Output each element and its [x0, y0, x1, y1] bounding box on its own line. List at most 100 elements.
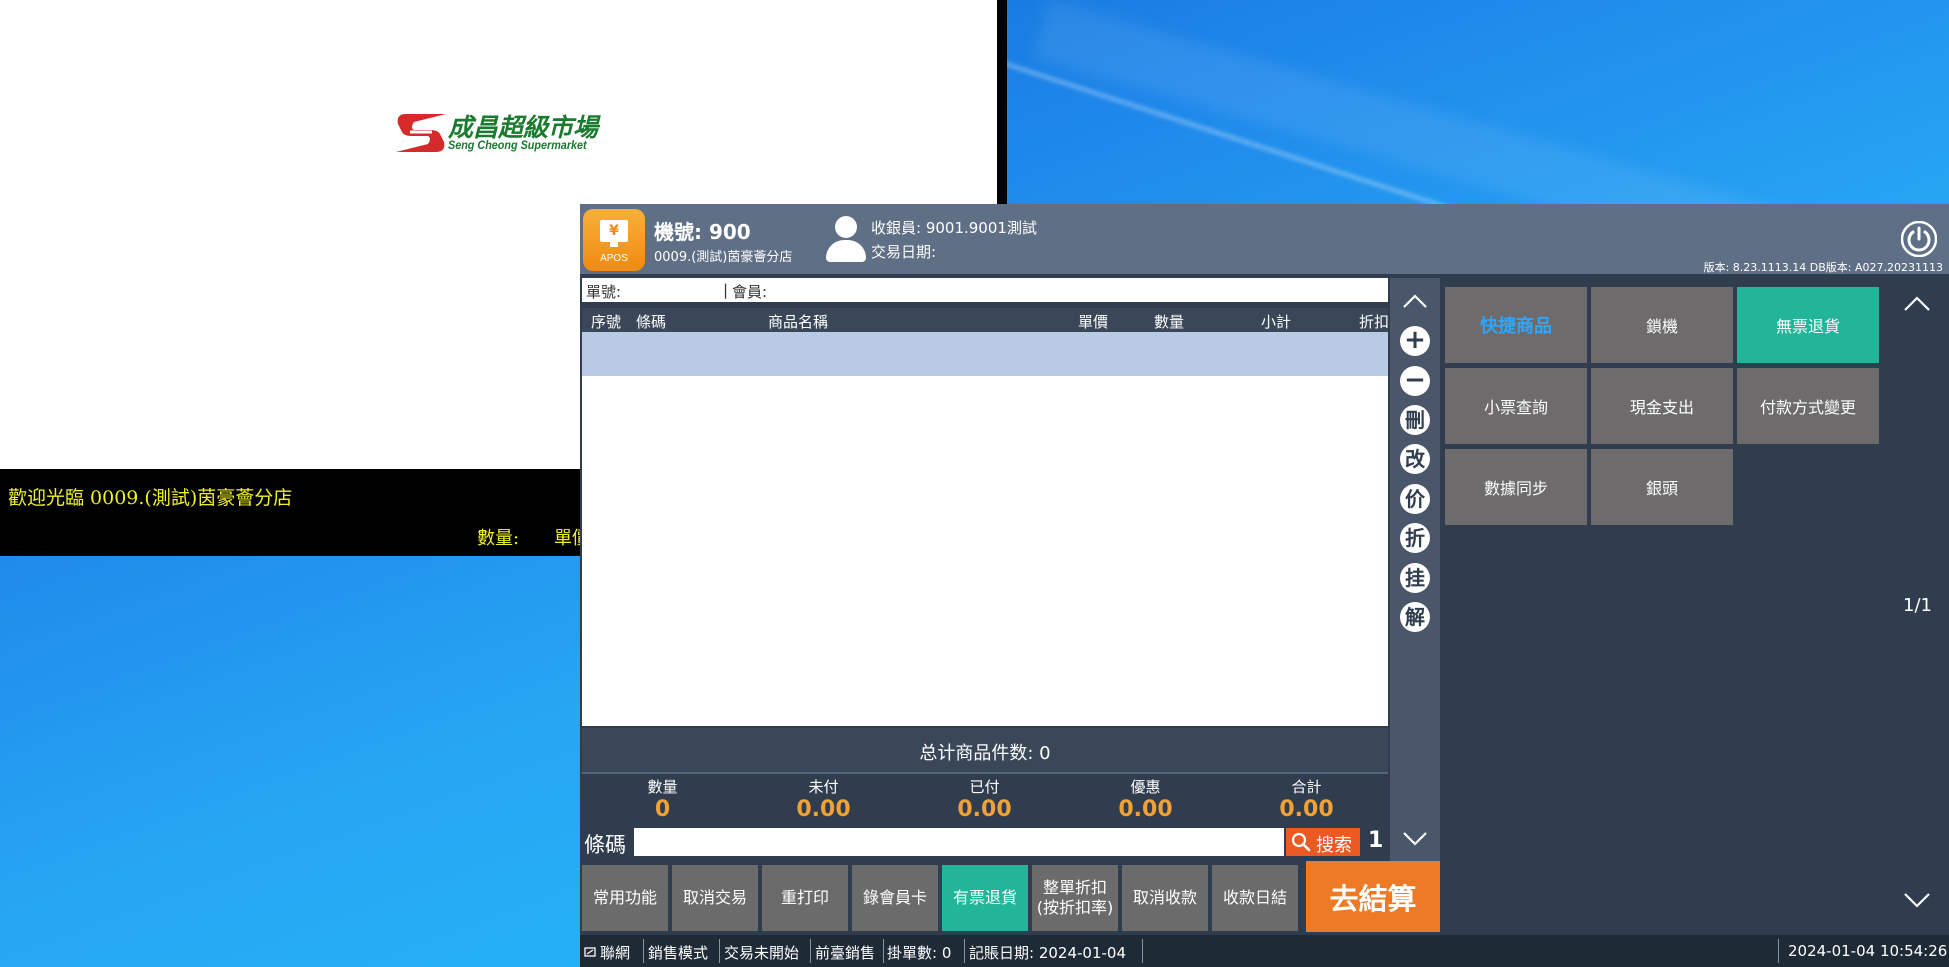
reprint-button[interactable]: 重打印 — [762, 865, 848, 931]
status-bar: 聯網 銷售模式 交易未開始 前臺銷售 掛單數: 0 記賬日期: 2024-01-… — [580, 935, 1949, 967]
booking-date: 記賬日期: 2024-01-04 — [969, 944, 1126, 962]
search-label: 搜索 — [1316, 835, 1352, 856]
cancel-transaction-button[interactable]: 取消交易 — [672, 865, 758, 931]
summary-label: 合計 — [1291, 778, 1322, 796]
order-info-separator: | — [723, 281, 729, 299]
summary-total: 合計 0.00 — [1226, 776, 1387, 822]
receipt-query-button[interactable]: 小票查詢 — [1445, 368, 1587, 444]
store-logo-mark-icon — [396, 114, 446, 152]
delete-item-button[interactable]: 刪 — [1400, 405, 1430, 435]
item-grid[interactable]: 序號 條碼 商品名稱 單價 數量 小計 折扣 — [582, 308, 1390, 726]
summary-row: 數量 0 未付 0.00 已付 0.00 優惠 0.00 合計 0.00 — [582, 774, 1388, 824]
summary-label: 已付 — [969, 778, 1000, 796]
barcode-label: 條碼 — [584, 833, 626, 857]
sale-type: 前臺銷售 — [815, 944, 876, 962]
col-barcode: 條碼 — [636, 313, 667, 331]
summary-value: 0.00 — [1118, 797, 1173, 822]
trade-date: 交易日期: — [871, 243, 937, 261]
network-status: 聯網 — [600, 944, 631, 962]
col-seq: 序號 — [591, 313, 622, 331]
col-discount: 折扣 — [1359, 313, 1390, 331]
machine-number: 機號: 900 — [654, 220, 751, 244]
whole-order-discount-button[interactable]: 整單折扣(按折扣率) — [1032, 865, 1118, 931]
monitor-yen-icon: ¥ — [600, 220, 628, 242]
summary-value: 0.00 — [1279, 797, 1334, 822]
release-order-button[interactable]: 解 — [1400, 602, 1430, 632]
col-unit-price: 單價 — [1078, 313, 1109, 331]
search-button[interactable]: 搜索 — [1286, 828, 1360, 856]
summary-discount: 優惠 0.00 — [1065, 776, 1226, 822]
store-name: 0009.(測試)茵豪薈分店 — [654, 250, 793, 265]
status-divider — [719, 939, 720, 963]
network-icon — [584, 947, 596, 957]
change-payment-method-button[interactable]: 付款方式變更 — [1737, 368, 1879, 444]
clock: 2024-01-04 10:54:26 — [1788, 942, 1948, 960]
status-divider — [810, 939, 811, 963]
page-down-icon[interactable] — [1899, 888, 1935, 912]
col-product-name: 商品名稱 — [768, 313, 829, 331]
daily-settlement-button[interactable]: 收款日結 — [1212, 865, 1298, 931]
col-subtotal: 小計 — [1261, 313, 1292, 331]
discount-button[interactable]: 折 — [1400, 523, 1430, 553]
member-label: 會員: — [732, 283, 768, 301]
summary-label: 優惠 — [1130, 778, 1161, 796]
item-count: 1 — [1368, 828, 1384, 853]
cash-expense-button[interactable]: 現金支出 — [1591, 368, 1733, 444]
data-sync-button[interactable]: 數據同步 — [1445, 449, 1587, 525]
member-card-button[interactable]: 錄會員卡 — [852, 865, 938, 931]
user-icon-body — [826, 240, 866, 262]
summary-quantity: 數量 0 — [582, 776, 743, 822]
search-icon — [1291, 832, 1311, 852]
cash-drawer-button[interactable]: 銀頭 — [1591, 449, 1733, 525]
change-price-button[interactable]: 价 — [1400, 484, 1430, 514]
page-indicator: 1/1 — [1903, 595, 1932, 616]
col-quantity: 數量 — [1154, 313, 1185, 331]
lock-machine-button[interactable]: 鎖機 — [1591, 287, 1733, 363]
user-icon-head — [835, 216, 857, 238]
scroll-down-icon[interactable] — [1390, 818, 1440, 858]
user-icon — [824, 216, 868, 262]
modify-item-button[interactable]: 改 — [1400, 444, 1430, 474]
order-info-bar: 單號: | 會員: — [582, 278, 1388, 302]
status-divider — [964, 939, 965, 963]
summary-value: 0.00 — [957, 797, 1012, 822]
pos-header: ¥ APOS 機號: 900 0009.(測試)茵豪薈分店 收銀員: 9001.… — [580, 204, 1949, 274]
sales-mode: 銷售模式 — [648, 944, 709, 962]
total-items-bar: 总计商品件数: 0 — [582, 728, 1388, 774]
common-functions-button[interactable]: 常用功能 — [582, 865, 668, 931]
grid-header: 序號 條碼 商品名稱 單價 數量 小計 折扣 — [582, 308, 1390, 332]
cashier-info: 收銀員: 9001.9001測試 — [871, 219, 1037, 237]
page-up-icon[interactable] — [1899, 292, 1935, 316]
status-divider — [643, 939, 644, 963]
checkout-button[interactable]: 去結算 — [1306, 861, 1440, 932]
logo-english-name: Seng Cheong Supermarket — [448, 138, 587, 152]
barcode-input[interactable] — [634, 828, 1284, 856]
quick-panel: 快捷商品 鎖機 無票退貨 小票查詢 現金支出 付款方式變更 數據同步 銀頭 — [1442, 278, 1885, 933]
welcome-text: 歡迎光臨 0009.(測試)茵豪薈分店 — [8, 487, 293, 509]
cancel-payment-button[interactable]: 取消收款 — [1122, 865, 1208, 931]
add-qty-button[interactable]: + — [1400, 326, 1430, 356]
total-items-text: 总计商品件数: 0 — [919, 743, 1051, 764]
selected-row[interactable] — [582, 332, 1388, 376]
transaction-state: 交易未開始 — [724, 944, 800, 962]
quick-products-tab[interactable]: 快捷商品 — [1445, 287, 1587, 363]
monitor-stand — [610, 242, 618, 247]
hold-order-button[interactable]: 挂 — [1400, 563, 1430, 593]
held-order-count: 掛單數: 0 — [887, 944, 952, 962]
status-divider — [883, 939, 884, 963]
tool-column: + − 刪 改 价 折 挂 解 — [1390, 278, 1440, 862]
summary-value: 0 — [654, 797, 671, 822]
barcode-row: 條碼 搜索 1 — [582, 826, 1388, 858]
apos-app-icon: ¥ APOS — [583, 209, 645, 271]
minus-qty-button[interactable]: − — [1400, 366, 1430, 396]
receipt-return-button[interactable]: 有票退貨 — [942, 865, 1028, 931]
status-divider — [1778, 939, 1779, 963]
pos-window: ¥ APOS 機號: 900 0009.(測試)茵豪薈分店 收銀員: 9001.… — [580, 204, 1949, 967]
power-icon[interactable] — [1901, 221, 1937, 257]
scroll-up-icon[interactable] — [1390, 282, 1440, 322]
summary-paid: 已付 0.00 — [904, 776, 1065, 822]
no-receipt-return-button[interactable]: 無票退貨 — [1737, 287, 1879, 363]
order-number-label: 單號: — [586, 283, 622, 301]
customer-qty-label: 數量: — [477, 528, 520, 549]
version-info: 版本: 8.23.1113.14 DB版本: A027.20231113 — [1703, 261, 1943, 274]
